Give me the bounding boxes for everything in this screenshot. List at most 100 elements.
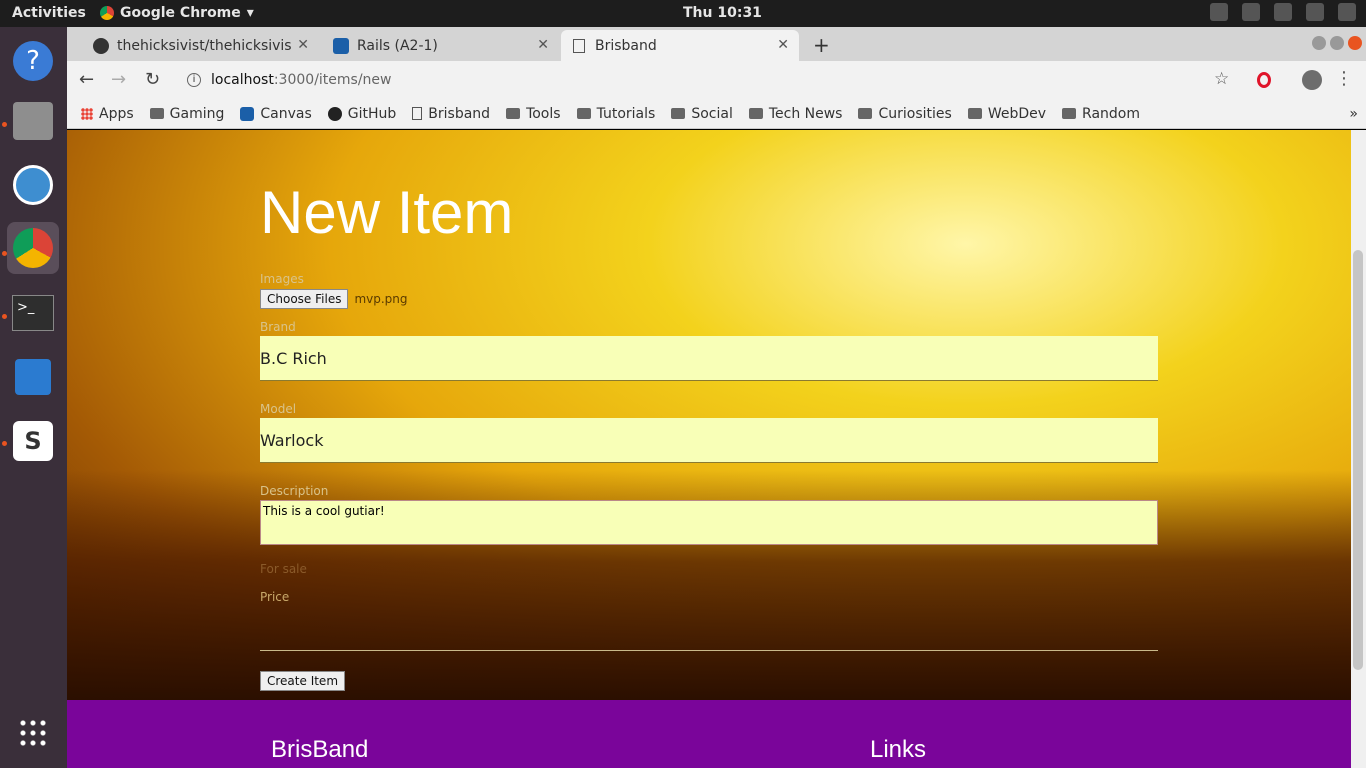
wifi-icon[interactable]	[1274, 3, 1292, 21]
footer-brand: BrisBand	[271, 736, 369, 763]
app-name: Google Chrome	[120, 5, 241, 21]
tab-strip: thehicksivist/thehicksivis ✕ Rails (A2-1…	[67, 27, 1366, 61]
activities-button[interactable]: Activities	[12, 5, 86, 21]
tab-brisband[interactable]: Brisband ✕	[561, 30, 799, 61]
bookmark-label: Tools	[526, 105, 561, 122]
system-tray[interactable]	[1210, 3, 1356, 21]
description-textarea[interactable]: This is a cool gutiar!	[260, 500, 1158, 545]
star-icon[interactable]: ☆	[1214, 69, 1229, 89]
bookmark-apps[interactable]: Apps	[81, 106, 134, 122]
opera-icon[interactable]	[1257, 72, 1271, 88]
close-tab-icon[interactable]: ✕	[777, 37, 789, 53]
tab-label: thehicksivist/thehicksivis	[117, 37, 292, 54]
minimize-button[interactable]	[1312, 36, 1326, 50]
slack-icon[interactable]: S	[7, 415, 59, 467]
more-bookmarks-icon[interactable]: »	[1349, 106, 1358, 122]
system-top-bar: Activities Google Chrome ▾ Thu 10:31	[0, 0, 1366, 27]
tab-github[interactable]: thehicksivist/thehicksivis ✕	[81, 30, 319, 61]
bookmarks-bar: Apps Gaming Canvas GitHub Brisband Tools…	[67, 99, 1366, 129]
show-apps-icon[interactable]	[7, 707, 59, 759]
help-icon[interactable]: ?	[7, 35, 59, 87]
page-icon	[412, 107, 423, 120]
tab-rails[interactable]: Rails (A2-1) ✕	[321, 30, 559, 61]
menu-icon[interactable]: ⋮	[1335, 68, 1353, 89]
footer: BrisBand Links	[67, 700, 1351, 768]
url-path: :3000/items/new	[273, 72, 392, 88]
browser-toolbar: ← → ↻ i localhost:3000/items/new ☆ ⋮	[67, 61, 1366, 99]
price-input[interactable]	[260, 650, 1158, 651]
folder-icon	[858, 108, 873, 119]
github-icon	[327, 106, 342, 121]
new-tab-button[interactable]: +	[813, 33, 830, 57]
model-label: Model	[260, 402, 297, 416]
tab-label: Brisband	[595, 37, 657, 54]
folder-icon	[1062, 108, 1077, 119]
terminal-icon[interactable]: >_	[7, 287, 59, 339]
github-icon	[93, 37, 109, 54]
url-host: localhost	[211, 72, 274, 88]
page-content: New Item Images Choose Files mvp.png Bra…	[67, 130, 1351, 700]
app-menu[interactable]: Google Chrome ▾	[100, 5, 254, 21]
scrollbar-thumb[interactable]	[1353, 250, 1363, 670]
create-item-button[interactable]: Create Item	[260, 671, 346, 691]
bookmark-tutorials[interactable]: Tutorials	[576, 106, 655, 122]
description-label: Description	[260, 484, 329, 498]
images-label: Images	[260, 272, 304, 286]
avatar[interactable]	[1302, 70, 1322, 90]
keyboard-icon[interactable]	[1210, 3, 1228, 21]
canvas-icon	[240, 106, 255, 121]
settings-icon[interactable]	[1242, 3, 1260, 21]
bookmark-canvas[interactable]: Canvas	[240, 105, 312, 122]
folder-icon	[149, 108, 164, 119]
bookmark-label: WebDev	[987, 105, 1047, 122]
clock[interactable]: Thu 10:31	[683, 5, 762, 21]
choose-files-button[interactable]: Choose Files	[260, 289, 349, 309]
folder-icon	[748, 108, 763, 119]
close-window-button[interactable]	[1348, 36, 1362, 50]
folder-icon	[671, 108, 686, 119]
simplenote-icon[interactable]	[7, 159, 59, 211]
address-bar[interactable]: i localhost:3000/items/new	[175, 65, 1235, 95]
bookmark-curiosities[interactable]: Curiosities	[858, 106, 952, 122]
brand-input[interactable]: B.C Rich	[260, 336, 1158, 381]
tab-label: Rails (A2-1)	[357, 37, 438, 54]
maximize-button[interactable]	[1330, 36, 1344, 50]
bookmark-label: Random	[1082, 105, 1140, 122]
folder-icon	[967, 108, 982, 119]
bookmark-label: Social	[691, 105, 733, 122]
bookmark-webdev[interactable]: WebDev	[967, 105, 1047, 122]
info-icon[interactable]: i	[187, 73, 201, 87]
bookmark-random[interactable]: Random	[1062, 106, 1140, 122]
bookmark-brisband[interactable]: Brisband	[412, 106, 490, 122]
close-tab-icon[interactable]: ✕	[297, 37, 309, 53]
bookmark-label: Tech News	[768, 105, 843, 122]
page-icon	[573, 38, 585, 53]
file-name: mvp.png	[354, 292, 408, 306]
bookmark-github[interactable]: GitHub	[327, 106, 396, 122]
reload-icon[interactable]: ↻	[145, 69, 160, 90]
bookmark-tools[interactable]: Tools	[506, 106, 561, 122]
chevron-down-icon: ▾	[246, 5, 254, 21]
forward-icon[interactable]: →	[111, 69, 126, 90]
chrome-dock-icon[interactable]	[7, 222, 59, 274]
vscode-icon[interactable]	[7, 351, 59, 403]
for-sale-label: For sale	[260, 562, 307, 576]
canvas-icon	[333, 37, 349, 54]
close-tab-icon[interactable]: ✕	[537, 37, 549, 53]
model-input[interactable]: Warlock	[260, 418, 1158, 463]
bookmark-social[interactable]: Social	[671, 106, 733, 122]
window-controls	[1312, 36, 1362, 50]
back-icon[interactable]: ←	[79, 69, 94, 90]
bookmark-tech-news[interactable]: Tech News	[748, 105, 843, 122]
files-icon[interactable]	[7, 95, 59, 147]
bookmark-label: Canvas	[260, 105, 312, 122]
apps-grid-icon	[81, 107, 93, 120]
volume-icon[interactable]	[1306, 3, 1324, 21]
bookmark-label: Apps	[99, 105, 134, 122]
dock: ? >_ S	[0, 27, 67, 768]
folder-icon	[506, 108, 521, 119]
price-label: Price	[260, 590, 290, 604]
bookmark-gaming[interactable]: Gaming	[149, 106, 224, 122]
battery-icon[interactable]	[1338, 3, 1356, 21]
footer-links-heading: Links	[870, 736, 927, 763]
